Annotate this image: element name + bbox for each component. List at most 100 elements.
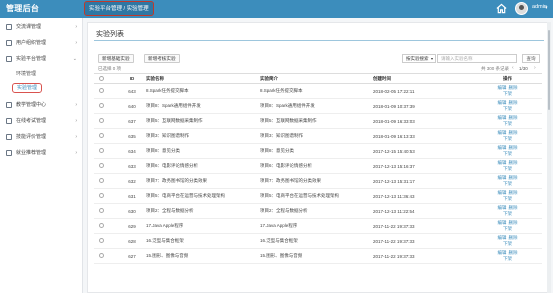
offline-link[interactable]: 下架 xyxy=(503,121,512,126)
sidebar-subitem-env[interactable]: 环境管理 xyxy=(0,68,83,80)
row-checkbox[interactable] xyxy=(94,158,118,174)
breadcrumb[interactable]: 实验平台管理 / 实验管理 xyxy=(84,1,154,16)
sidebar-item-lab-platform[interactable]: 实验平台管理 ⌄ xyxy=(0,52,83,66)
edit-link[interactable]: 编辑 xyxy=(498,235,507,240)
offline-link[interactable]: 下架 xyxy=(503,136,512,141)
row-checkbox[interactable] xyxy=(94,218,118,234)
offline-link[interactable]: 下架 xyxy=(503,106,512,111)
offline-link[interactable]: 下架 xyxy=(503,241,512,246)
delete-link[interactable]: 删除 xyxy=(509,190,518,195)
cell-id: 637 xyxy=(118,113,146,129)
cell-name: 项目5：互联网数据采集制作 xyxy=(146,113,260,129)
sidebar-item-chat[interactable]: 交流课管理 › xyxy=(0,20,83,34)
delete-link[interactable]: 删除 xyxy=(509,145,518,150)
home-icon[interactable] xyxy=(496,3,507,14)
search-input[interactable]: 请输入实验名称 xyxy=(437,54,517,63)
table-row: 629 17.Java Apple程序 17.Java Apple程序 2017-11… xyxy=(94,218,542,234)
col-header-actions: 操作 xyxy=(473,73,542,84)
prev-page-icon[interactable]: ‹ xyxy=(512,65,514,71)
edit-link[interactable]: 编辑 xyxy=(498,130,507,135)
users-icon xyxy=(6,40,12,46)
flask-icon xyxy=(6,56,12,62)
cell-time: 2018-01-09 10:37:39 xyxy=(373,98,473,114)
search-button[interactable]: 查询 xyxy=(522,54,540,63)
cell-id: 643 xyxy=(118,83,146,99)
row-checkbox[interactable] xyxy=(94,233,118,249)
edit-link[interactable]: 编辑 xyxy=(498,145,507,150)
row-checkbox[interactable] xyxy=(94,83,118,99)
main-panel: 实验列表 新增基础实验 新增考核实验 按实验搜索 ▾ 请输入实验名称 查询 已选… xyxy=(87,22,549,293)
table-row: 635 项目3：知识图谱制作 项目3：知识图谱制作 2018-01-09 16:13:… xyxy=(94,128,542,144)
sidebar-item-skills[interactable]: 技能评价管理 › xyxy=(0,130,83,144)
edit-link[interactable]: 编辑 xyxy=(498,205,507,210)
row-checkbox[interactable] xyxy=(94,188,118,204)
add-exam-lab-button[interactable]: 新增考核实验 xyxy=(144,54,180,63)
title-divider xyxy=(94,40,544,41)
sidebar-item-users[interactable]: 用户组织管理 › xyxy=(0,36,83,50)
edit-link[interactable]: 编辑 xyxy=(498,160,507,165)
offline-link[interactable]: 下架 xyxy=(503,211,512,216)
col-header-desc: 实验简介 xyxy=(260,73,373,84)
search-type-select[interactable]: 按实验搜索 ▾ xyxy=(402,54,436,63)
offline-link[interactable]: 下架 xyxy=(503,181,512,186)
row-checkbox[interactable] xyxy=(94,173,118,189)
delete-link[interactable]: 删除 xyxy=(509,130,518,135)
briefcase-icon xyxy=(6,150,12,156)
offline-link[interactable]: 下架 xyxy=(503,166,512,171)
edit-link[interactable]: 编辑 xyxy=(498,100,507,105)
cell-name: 16.泛型与集合框架 xyxy=(146,233,260,249)
edit-link[interactable]: 编辑 xyxy=(498,175,507,180)
sidebar-subitem-label: 实验管理 xyxy=(12,83,43,93)
row-checkbox[interactable] xyxy=(94,203,118,219)
table-row: 632 项目7：政务图书馆的分类效果 项目7：政务图书馆的分类效果 2017-12-1… xyxy=(94,173,542,189)
scrollbar-thumb[interactable] xyxy=(548,30,550,110)
sidebar-subitem-lab[interactable]: 实验管理 xyxy=(0,82,83,94)
avatar[interactable] xyxy=(515,2,528,15)
delete-link[interactable]: 删除 xyxy=(509,100,518,105)
delete-link[interactable]: 删除 xyxy=(509,115,518,120)
chevron-right-icon: › xyxy=(75,134,77,140)
cell-id: 632 xyxy=(118,173,146,189)
chevron-down-icon[interactable]: ▾ xyxy=(545,5,548,11)
row-checkbox[interactable] xyxy=(94,98,118,114)
sidebar-item-jobs[interactable]: 就业推荐管理 › xyxy=(0,146,83,160)
offline-link[interactable]: 下架 xyxy=(503,91,512,96)
delete-link[interactable]: 删除 xyxy=(509,85,518,90)
lab-table: ID 实验名称 实验简介 创建时间 操作 643 8.Spark任务提交脚本 8.S… xyxy=(94,73,542,264)
offline-link[interactable]: 下架 xyxy=(503,151,512,156)
delete-link[interactable]: 删除 xyxy=(509,205,518,210)
delete-link[interactable]: 删除 xyxy=(509,235,518,240)
offline-link[interactable]: 下架 xyxy=(503,196,512,201)
edit-link[interactable]: 编辑 xyxy=(498,250,507,255)
sidebar-item-label: 在线考试管理 xyxy=(16,118,47,124)
edit-link[interactable]: 编辑 xyxy=(498,220,507,225)
table-header-row: ID 实验名称 实验简介 创建时间 操作 xyxy=(94,73,542,84)
cell-time: 2017-12-13 11:22:54 xyxy=(373,203,473,219)
sidebar-item-label: 就业推荐管理 xyxy=(16,150,47,156)
star-icon xyxy=(6,134,12,140)
row-checkbox[interactable] xyxy=(94,143,118,159)
add-basic-lab-button[interactable]: 新增基础实验 xyxy=(98,54,134,63)
row-checkbox[interactable] xyxy=(94,248,118,264)
delete-link[interactable]: 删除 xyxy=(509,160,518,165)
table-row: 637 项目5：互联网数据采集制作 项目5：互联网数据采集制作 2018-01-09 … xyxy=(94,113,542,129)
delete-link[interactable]: 删除 xyxy=(509,250,518,255)
offline-link[interactable]: 下架 xyxy=(503,226,512,231)
edit-link[interactable]: 编辑 xyxy=(498,85,507,90)
delete-link[interactable]: 删除 xyxy=(509,220,518,225)
offline-link[interactable]: 下架 xyxy=(503,256,512,261)
table-row: 634 项目8：意见分类 项目8：意见分类 2017-12-15 15:40:53 编辑… xyxy=(94,143,542,159)
next-page-icon[interactable]: › xyxy=(534,65,536,71)
sidebar-item-teaching[interactable]: 教学管理中心 › xyxy=(0,98,83,112)
sidebar-item-exam[interactable]: 在线考试管理 › xyxy=(0,114,83,128)
edit-link[interactable]: 编辑 xyxy=(498,115,507,120)
row-checkbox[interactable] xyxy=(94,128,118,144)
delete-link[interactable]: 删除 xyxy=(509,175,518,180)
edit-link[interactable]: 编辑 xyxy=(498,190,507,195)
select-all-checkbox[interactable] xyxy=(94,73,118,84)
cell-id: 628 xyxy=(118,233,146,249)
cell-actions: 编辑 删除 下架 xyxy=(473,143,542,159)
row-checkbox[interactable] xyxy=(94,113,118,129)
cell-time: 2017-12-13 15:16:37 xyxy=(373,158,473,174)
cell-desc: 项目8：Spark通用组件开发 xyxy=(260,98,373,114)
